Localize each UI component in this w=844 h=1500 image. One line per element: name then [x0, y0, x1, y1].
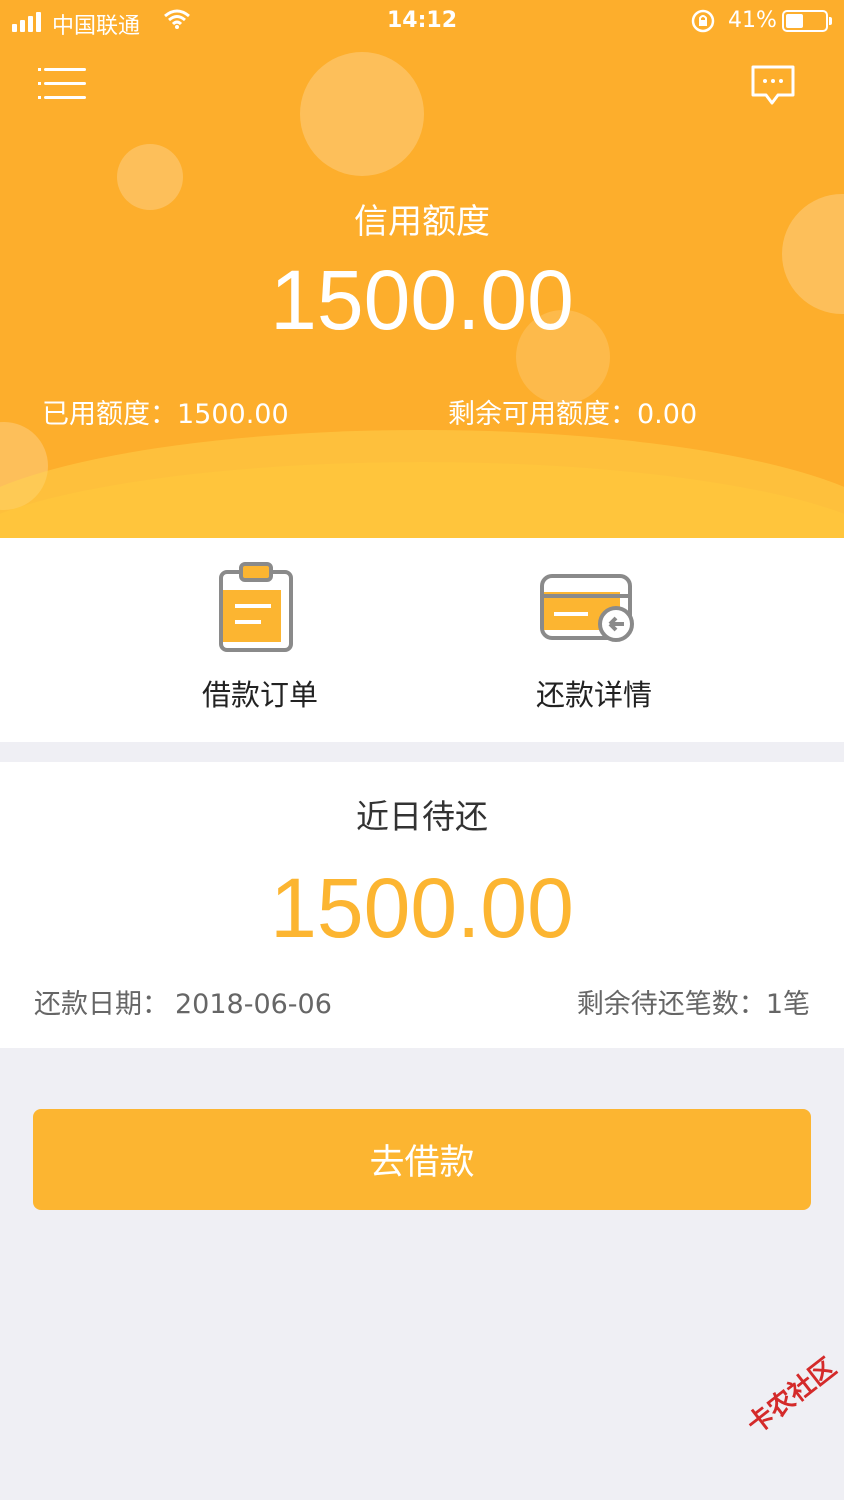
quick-actions: 借款订单 还款详情 [0, 538, 844, 742]
loan-orders-label: 借款订单 [201, 678, 318, 712]
menu-button[interactable] [38, 66, 86, 102]
repayment-date-value: 2018-06-06 [175, 989, 332, 1020]
repayment-date-label: 还款日期： [34, 989, 169, 1020]
chat-bubble-icon [751, 65, 795, 105]
upcoming-repayment-amount: 1500.00 [270, 861, 574, 955]
battery-percent: 41% [728, 8, 777, 33]
remaining-repayments-label: 剩余待还笔数： [576, 989, 766, 1020]
rotation-lock-icon [690, 8, 716, 40]
decor-bubble [300, 52, 424, 176]
repayment-details-button[interactable]: 还款详情 [444, 538, 744, 742]
loan-orders-button[interactable]: 借款订单 [110, 538, 410, 742]
repayment-details-label: 还款详情 [535, 678, 652, 712]
repayment-date: 还款日期： 2018-06-06 [34, 982, 332, 1021]
remaining-repayments-value: 1笔 [765, 989, 810, 1020]
upcoming-repayment-card: 近日待还 1500.00 还款日期： 2018-06-06 剩余待还笔数：1笔 [0, 762, 844, 1048]
clipboard-icon [219, 562, 293, 652]
used-amount: 已用额度：1500.00 [42, 399, 289, 430]
credit-limit-title: 信用额度 [354, 202, 490, 242]
watermark-logo: 卡农社区 [741, 1352, 843, 1441]
credit-header: 中国联通 14:12 41% 信用额度 1500.00 已用额度：1500.00… [0, 0, 844, 538]
remaining-amount: 剩余可用额度：0.00 [448, 399, 698, 430]
credit-limit-amount: 1500.00 [270, 253, 574, 347]
status-bar: 中国联通 14:12 41% [0, 0, 844, 44]
remaining-repayments: 剩余待还笔数：1笔 [577, 982, 810, 1021]
message-button[interactable] [750, 64, 796, 106]
card-return-icon [540, 574, 634, 642]
upcoming-repayment-title: 近日待还 [356, 797, 488, 836]
clock: 14:12 [386, 8, 458, 33]
borrow-button[interactable]: 去借款 [33, 1109, 811, 1210]
battery-icon [782, 10, 832, 32]
